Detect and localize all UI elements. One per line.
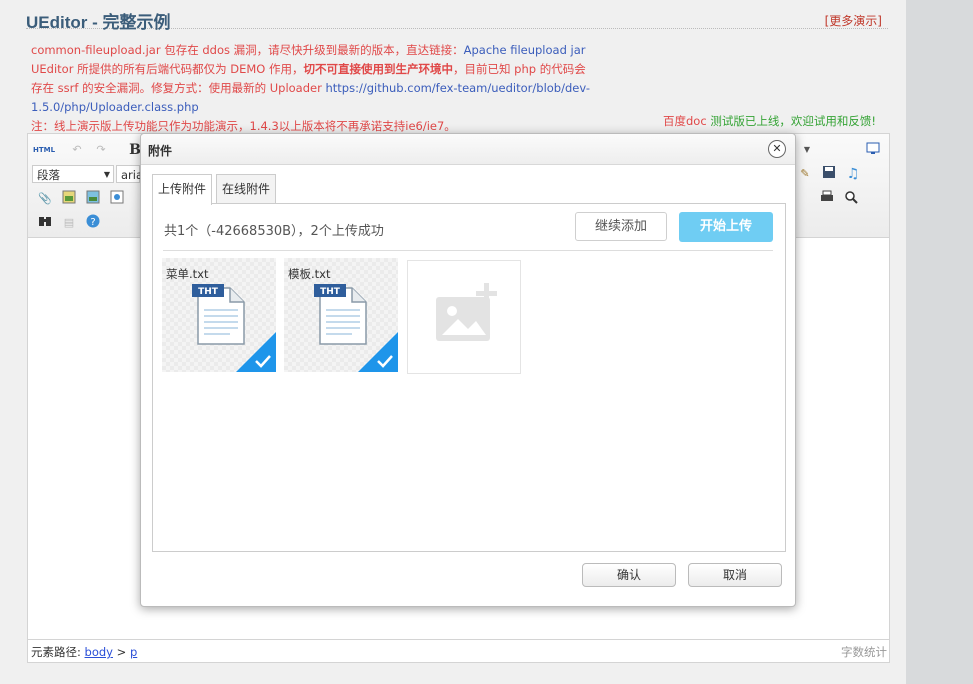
page-icon[interactable]: ▤	[60, 214, 78, 232]
font-family-select[interactable]: aria	[116, 165, 143, 183]
close-icon[interactable]: ✕	[768, 140, 786, 158]
insert-image-icon[interactable]	[84, 190, 102, 208]
redo-icon[interactable]: ↷	[92, 141, 110, 159]
baidu-doc-message: 测试版已上线，欢迎试用和反馈!	[706, 114, 876, 128]
tab-online-attachment[interactable]: 在线附件	[216, 174, 277, 203]
path-separator: >	[112, 645, 130, 659]
notice-line2-pre: UEditor 所提供的所有后端代码都仅为 DEMO 作用，	[31, 62, 304, 76]
dialog-titlebar[interactable]: 附件 ✕	[141, 134, 795, 165]
confirm-button[interactable]: 确认	[582, 563, 676, 587]
font-size-chevron-icon[interactable]: ▼	[798, 141, 816, 159]
image-icon[interactable]	[60, 190, 78, 208]
preview-icon[interactable]	[842, 190, 860, 208]
editor-statusbar: 元素路径: body > p 字数统计	[28, 639, 889, 662]
notice-line3: 注：线上演示版上传功能只作为功能演示，1.4.3以上版本将不再承诺支持ie6/i…	[31, 119, 456, 133]
continue-add-button[interactable]: 继续添加	[575, 212, 667, 241]
media-icon[interactable]	[108, 190, 126, 208]
fileupload-link[interactable]: Apache fileupload jar	[464, 43, 586, 57]
source-code-button[interactable]: HTML	[32, 141, 56, 159]
print-icon[interactable]	[818, 190, 836, 208]
page-header: UEditor - 完整示例 [更多演示]	[26, 6, 888, 32]
path-p-link[interactable]: p	[130, 645, 137, 659]
add-image-icon	[436, 283, 497, 341]
element-path-label: 元素路径:	[31, 645, 85, 659]
help-icon[interactable]: ?	[84, 214, 102, 232]
tab-upload-attachment[interactable]: 上传附件	[152, 174, 213, 205]
save-icon[interactable]	[820, 165, 838, 183]
notice-line1-text: common-fileupload.jar 包存在 ddos 漏洞，请尽快升级到…	[31, 43, 464, 57]
more-demos-link[interactable]: [更多演示]	[825, 12, 882, 29]
element-path: 元素路径: body > p	[31, 644, 137, 660]
attachment-icon[interactable]: 📎	[36, 190, 54, 208]
start-upload-button[interactable]: 开始上传	[679, 212, 773, 242]
svg-text:?: ?	[90, 217, 95, 228]
baidu-doc-notice: 百度doc 测试版已上线，欢迎试用和反馈!	[663, 113, 876, 129]
search-replace-icon[interactable]	[36, 214, 54, 232]
add-file-card[interactable]	[407, 260, 521, 374]
dialog-title: 附件	[148, 144, 173, 158]
chevron-down-icon: ▼	[103, 170, 110, 179]
panel-divider	[163, 250, 773, 251]
page-title: UEditor - 完整示例	[26, 13, 171, 32]
uploaded-check-icon	[236, 332, 276, 372]
word-count: 字数统计	[841, 645, 887, 659]
cancel-button[interactable]: 取消	[688, 563, 782, 587]
path-body-link[interactable]: body	[85, 645, 113, 659]
paragraph-format-select[interactable]: 段落 ▼	[32, 165, 114, 183]
music-icon[interactable]: ♫	[844, 165, 862, 183]
paragraph-format-value: 段落	[37, 168, 60, 182]
upload-panel: 共1个（-42668530B），2个上传成功 继续添加 开始上传 菜单.txt …	[152, 203, 786, 552]
file-badge: THT	[320, 287, 341, 297]
uploaded-check-icon	[358, 332, 398, 372]
notice-warning-bold: 切不可直接使用到生产环境中	[303, 62, 454, 76]
undo-icon[interactable]: ↶	[68, 141, 86, 159]
brush-icon[interactable]: ✎	[796, 165, 814, 183]
security-notice: common-fileupload.jar 包存在 ddos 漏洞，请尽快升级到…	[31, 41, 591, 136]
baidu-doc-label: 百度doc	[663, 114, 707, 128]
file-name: 模板.txt	[288, 267, 331, 281]
file-card[interactable]: 菜单.txt THT	[162, 258, 276, 372]
upload-status-text: 共1个（-42668530B），2个上传成功	[164, 224, 384, 239]
attachment-dialog: 附件 ✕ 上传附件 在线附件 共1个（-42668530B），2个上传成功 继续…	[140, 133, 796, 607]
fullscreen-icon[interactable]	[864, 141, 882, 159]
file-card[interactable]: 模板.txt THT	[284, 258, 398, 372]
file-badge: THT	[198, 287, 219, 297]
file-name: 菜单.txt	[166, 267, 209, 281]
